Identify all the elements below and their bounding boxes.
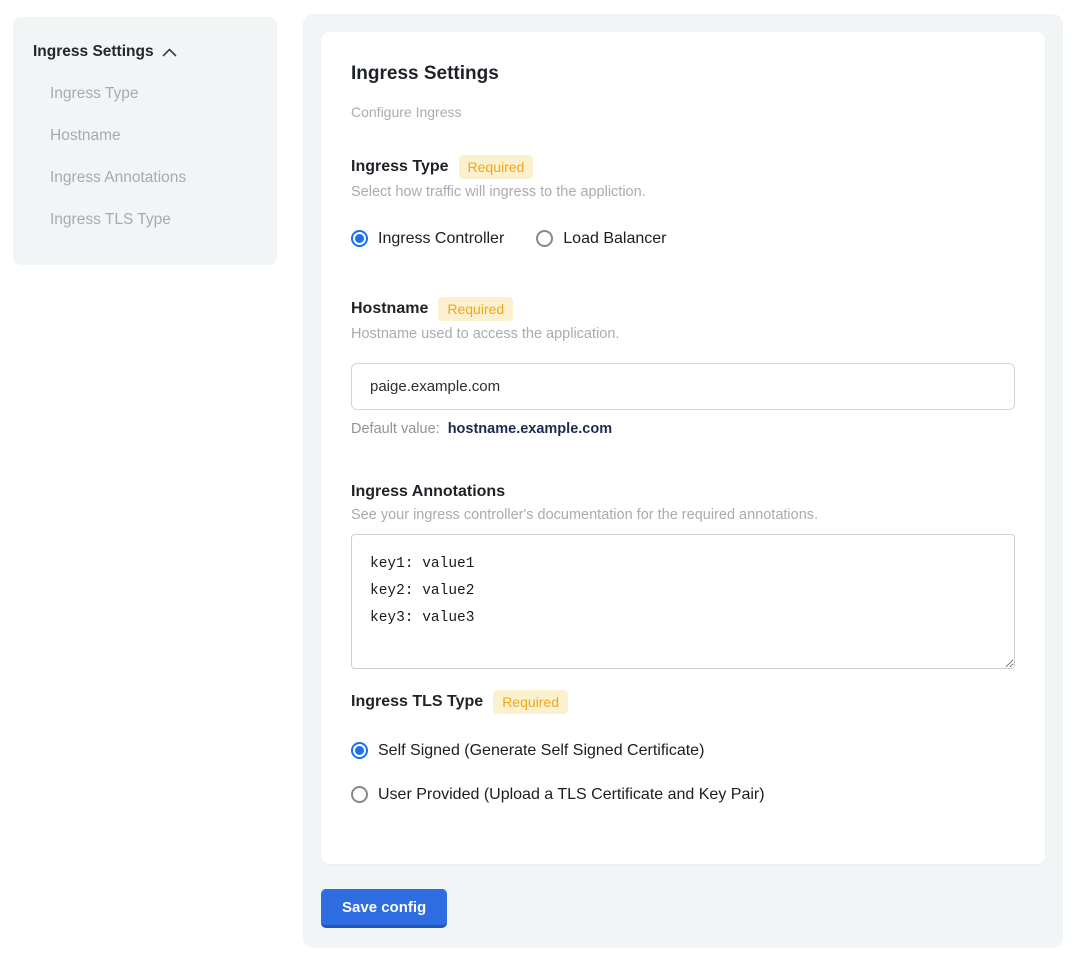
ingress-type-label: Ingress Type xyxy=(351,157,449,177)
radio-label: User Provided (Upload a TLS Certificate … xyxy=(378,785,765,804)
required-badge: Required xyxy=(459,155,534,179)
default-value-label: Default value: xyxy=(351,421,440,437)
page-subtitle: Configure Ingress xyxy=(351,104,1015,121)
save-config-button[interactable]: Save config xyxy=(321,889,447,928)
ingress-annotations-label: Ingress Annotations xyxy=(351,482,505,502)
sidebar-item-ingress-annotations[interactable]: Ingress Annotations xyxy=(50,169,257,187)
ingress-annotations-section: Ingress Annotations See your ingress con… xyxy=(351,482,1015,669)
required-badge: Required xyxy=(438,297,513,321)
radio-option-self-signed[interactable]: Self Signed (Generate Self Signed Certif… xyxy=(351,741,1015,760)
radio-button-icon[interactable] xyxy=(351,230,368,247)
radio-option-load-balancer[interactable]: Load Balancer xyxy=(536,229,666,248)
required-badge: Required xyxy=(493,690,568,714)
radio-label: Load Balancer xyxy=(563,229,666,248)
default-value-text: hostname.example.com xyxy=(448,421,612,437)
radio-label: Self Signed (Generate Self Signed Certif… xyxy=(378,741,704,760)
radio-option-user-provided[interactable]: User Provided (Upload a TLS Certificate … xyxy=(351,785,1015,804)
ingress-tls-radio-group: Self Signed (Generate Self Signed Certif… xyxy=(351,741,1015,804)
hostname-section: Hostname Required Hostname used to acces… xyxy=(351,297,1015,438)
radio-button-icon[interactable] xyxy=(351,742,368,759)
sidebar-item-ingress-type[interactable]: Ingress Type xyxy=(50,85,257,103)
sidebar-group-label: Ingress Settings xyxy=(33,43,154,61)
ingress-type-section: Ingress Type Required Select how traffic… xyxy=(351,155,1015,248)
radio-option-ingress-controller[interactable]: Ingress Controller xyxy=(351,229,504,248)
ingress-type-help: Select how traffic will ingress to the a… xyxy=(351,184,1015,201)
sidebar-item-hostname[interactable]: Hostname xyxy=(50,127,257,145)
ingress-tls-type-label: Ingress TLS Type xyxy=(351,692,483,712)
hostname-help: Hostname used to access the application. xyxy=(351,326,1015,343)
page-title: Ingress Settings xyxy=(351,62,1015,85)
radio-label: Ingress Controller xyxy=(378,229,504,248)
settings-sidebar: Ingress Settings Ingress Type Hostname I… xyxy=(13,17,277,265)
ingress-settings-card: Ingress Settings Configure Ingress Ingre… xyxy=(321,32,1045,864)
hostname-label: Hostname xyxy=(351,299,428,319)
hostname-default-note: Default value: hostname.example.com xyxy=(351,421,1015,438)
radio-button-icon[interactable] xyxy=(536,230,553,247)
ingress-annotations-textarea[interactable]: key1: value1 key2: value2 key3: value3 xyxy=(351,534,1015,669)
sidebar-item-ingress-tls-type[interactable]: Ingress TLS Type xyxy=(50,211,257,229)
radio-button-icon[interactable] xyxy=(351,786,368,803)
ingress-tls-type-section: Ingress TLS Type Required Self Signed (G… xyxy=(351,690,1015,804)
hostname-input[interactable] xyxy=(351,363,1015,410)
chevron-up-icon xyxy=(162,48,177,57)
ingress-type-radio-group: Ingress Controller Load Balancer xyxy=(351,229,1015,248)
ingress-settings-panel: Ingress Settings Configure Ingress Ingre… xyxy=(303,14,1063,948)
ingress-annotations-help: See your ingress controller's documentat… xyxy=(351,507,1015,524)
sidebar-group-ingress-settings[interactable]: Ingress Settings xyxy=(33,43,257,61)
